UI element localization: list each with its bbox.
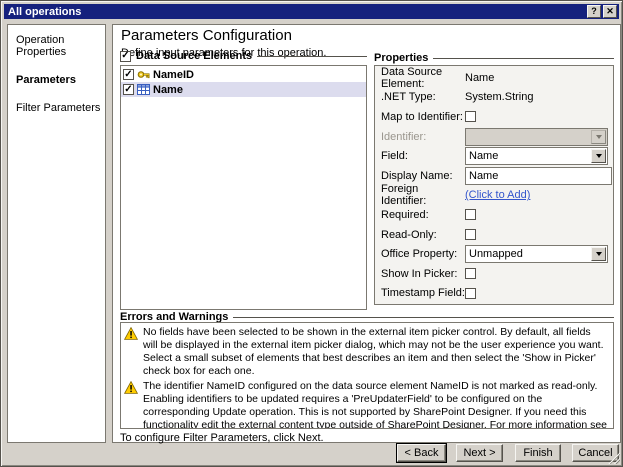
prop-label: Show In Picker: (381, 267, 458, 280)
sidebar-item-parameters[interactable]: Parameters (16, 74, 101, 86)
prop-row-foreign-identifier: Foreign Identifier: (Click to Add) (375, 183, 613, 208)
all-operations-dialog: All operations ? ✕ Operation Properties … (0, 0, 623, 467)
list-item-name[interactable]: Name (121, 82, 366, 97)
header-rule (233, 317, 614, 318)
office-property-dropdown[interactable]: Unmapped (465, 245, 608, 264)
chevron-down-icon[interactable] (591, 247, 606, 262)
data-source-elements-header: Data Source Elements (120, 50, 367, 62)
prop-label: Timestamp Field: (381, 287, 465, 300)
prop-label: Data Source Element: (381, 65, 443, 90)
data-source-elements-label: Data Source Elements (136, 50, 253, 62)
read-only-checkbox[interactable] (465, 229, 476, 241)
show-in-picker-checkbox[interactable] (465, 268, 476, 280)
prop-label: .NET Type: (381, 91, 436, 104)
prop-label: Field: (381, 150, 408, 163)
chevron-down-icon[interactable] (591, 149, 606, 164)
help-icon[interactable]: ? (587, 5, 601, 18)
warning-icon (123, 380, 139, 428)
display-name-input[interactable] (465, 166, 612, 185)
sidebar-item-filter-parameters[interactable]: Filter Parameters (16, 102, 101, 114)
properties-panel: Data Source Element: Name .NET Type: Sys… (374, 65, 614, 305)
title-bar[interactable]: All operations ? ✕ (4, 4, 619, 19)
nameid-checkbox[interactable] (123, 69, 134, 80)
prop-label: Display Name: (381, 169, 453, 182)
prop-value: System.String (465, 91, 534, 104)
prop-label: Foreign Identifier: (381, 183, 427, 208)
prop-row-show-in-picker: Show In Picker: (375, 264, 613, 284)
prop-row-read-only: Read-Only: (375, 225, 613, 245)
warning-text: The identifier NameID configured on the … (143, 380, 608, 429)
properties-label: Properties (374, 52, 429, 64)
prop-label: Required: (381, 208, 429, 221)
prop-row-required: Required: (375, 205, 613, 225)
next-button[interactable]: Next > (456, 444, 503, 462)
prop-row-office-property: Office Property: Unmapped (375, 244, 613, 264)
list-item-nameid[interactable]: NameID (121, 67, 366, 82)
prop-label: Identifier: (381, 130, 427, 143)
timestamp-field-checkbox[interactable] (465, 287, 476, 299)
header-rule (257, 56, 367, 57)
prop-label: Map to Identifier: (381, 110, 463, 123)
content-panel: Parameters Configuration Define input pa… (112, 24, 621, 444)
prop-row-net-type: .NET Type: System.String (375, 88, 613, 108)
page-title: Parameters Configuration (121, 27, 292, 44)
prop-label: Read-Only: (381, 228, 437, 241)
key-icon (137, 68, 150, 81)
window-title: All operations (8, 5, 82, 18)
finish-button[interactable]: Finish (515, 444, 561, 462)
list-item-label: NameID (153, 68, 194, 81)
prop-row-map-to-identifier: Map to Identifier: (375, 107, 613, 127)
name-checkbox[interactable] (123, 84, 134, 95)
dropdown-value: Name (469, 150, 499, 163)
required-checkbox[interactable] (465, 209, 476, 221)
prop-row-field: Field: Name (375, 146, 613, 166)
identifier-dropdown (465, 127, 608, 146)
prop-row-timestamp-field: Timestamp Field: (375, 284, 613, 304)
sidebar-item-operation-properties[interactable]: Operation Properties (16, 34, 101, 58)
footer-note: To configure Filter Parameters, click Ne… (120, 432, 324, 444)
click-to-add-link[interactable]: (Click to Add) (465, 189, 530, 201)
table-icon (137, 84, 150, 95)
warning-item: No fields have been selected to be shown… (123, 326, 607, 378)
warning-item: The identifier NameID configured on the … (123, 380, 608, 429)
warning-text: No fields have been selected to be shown… (143, 326, 604, 377)
errors-and-warnings-box: No fields have been selected to be shown… (120, 322, 614, 429)
header-rule (433, 58, 614, 59)
list-item-label: Name (153, 83, 183, 96)
prop-row-data-source-element: Data Source Element: Name (375, 65, 613, 90)
prop-label: Office Property: (381, 248, 458, 261)
prop-row-identifier: Identifier: (375, 127, 613, 147)
dropdown-value: Unmapped (469, 248, 523, 261)
warning-icon (123, 326, 139, 378)
close-icon[interactable]: ✕ (603, 5, 617, 18)
wizard-steps-sidebar: Operation Properties Parameters Filter P… (7, 24, 106, 443)
properties-header: Properties (374, 52, 614, 64)
map-to-identifier-checkbox[interactable] (465, 111, 476, 123)
field-dropdown[interactable]: Name (465, 147, 608, 166)
prop-value: Name (465, 71, 495, 84)
data-source-elements-checkbox[interactable] (120, 50, 131, 62)
back-button[interactable]: < Back (396, 443, 447, 463)
data-source-elements-list: NameID Name (120, 65, 367, 310)
chevron-down-icon (591, 129, 606, 144)
